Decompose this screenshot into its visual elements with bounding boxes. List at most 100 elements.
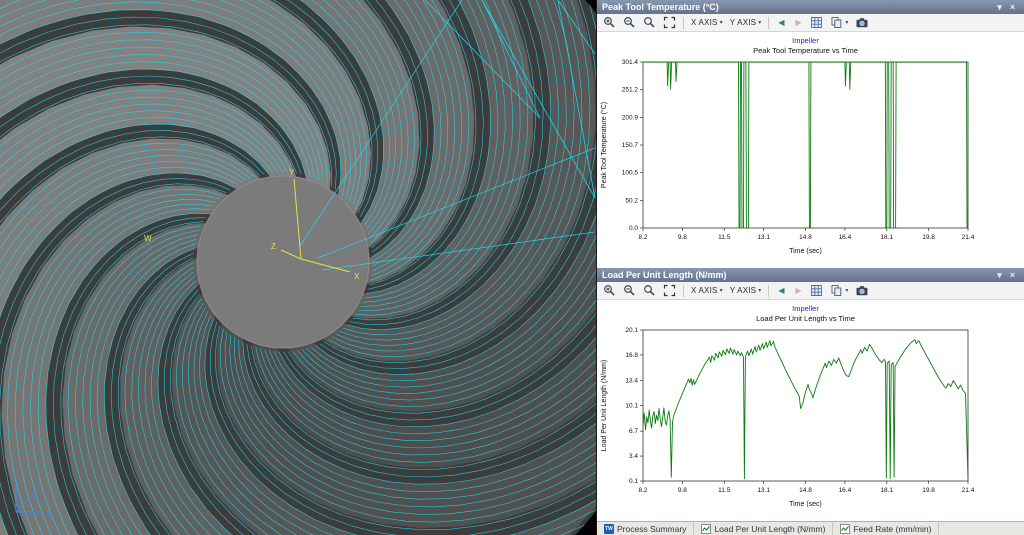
tw-logo-icon: TW (604, 523, 614, 534)
svg-text:200.9: 200.9 (622, 114, 639, 121)
copy-button[interactable]: ▾ (827, 15, 851, 30)
copy-button[interactable]: ▾ (827, 283, 851, 298)
panel-peak-tool-temperature: Peak Tool Temperature (°C) ▾ × X AXIS ▾ Y… (597, 0, 1024, 268)
svg-text:19.8: 19.8 (922, 487, 935, 494)
chevron-down-icon: ▾ (719, 288, 723, 294)
x-axis-label: X AXIS (691, 286, 718, 295)
fit-view-button[interactable] (660, 15, 679, 30)
x-axis-dropdown[interactable]: X AXIS ▾ (688, 15, 726, 30)
svg-text:13.4: 13.4 (625, 378, 638, 385)
grid-toggle-button[interactable] (807, 15, 826, 30)
svg-text:Peak Tool Temperature vs Time: Peak Tool Temperature vs Time (753, 46, 858, 55)
screenshot-button[interactable] (852, 283, 872, 298)
bottom-tab-bar: TW Process Summary Load Per Unit Length … (597, 521, 1024, 535)
svg-text:3.4: 3.4 (629, 453, 638, 460)
panel-close-icon[interactable]: × (1006, 0, 1019, 14)
panel-menu-caret-icon[interactable]: ▾ (993, 268, 1006, 282)
svg-text:150.7: 150.7 (622, 142, 639, 149)
svg-text:11.5: 11.5 (718, 487, 731, 494)
svg-text:21.4: 21.4 (962, 487, 975, 494)
svg-text:16.8: 16.8 (625, 352, 638, 359)
svg-text:50.2: 50.2 (625, 197, 638, 204)
svg-text:Time (sec): Time (sec) (789, 248, 822, 255)
svg-text:20.1: 20.1 (625, 327, 638, 334)
svg-text:Y: Y (12, 475, 17, 482)
chart-toolbar: X AXIS ▾ Y AXIS ▾ ◀ ▶ ▾ (597, 282, 1024, 300)
svg-text:Load Per Unit Length vs Time: Load Per Unit Length vs Time (756, 314, 855, 323)
chevron-down-icon: ▾ (758, 288, 762, 294)
y-axis-dropdown[interactable]: Y AXIS ▾ (727, 283, 765, 298)
prev-view-button[interactable]: ◀ (773, 15, 789, 30)
grid-toggle-button[interactable] (807, 283, 826, 298)
svg-text:13.1: 13.1 (757, 487, 770, 494)
chevron-down-icon: ▾ (719, 20, 723, 26)
chart-panels-column: Peak Tool Temperature (°C) ▾ × X AXIS ▾ Y… (596, 0, 1024, 535)
svg-text:Time (sec): Time (sec) (789, 501, 822, 508)
impeller-3d-view[interactable]: Y X Z W Y X Z (0, 0, 596, 535)
toolbar-separator (683, 16, 684, 29)
toolbar-separator (683, 284, 684, 297)
app-window: Y X Z W Y X Z Peak Tool Temperature (°C) ▾ × X… (0, 0, 1024, 535)
zoom-in-button[interactable] (600, 15, 619, 30)
svg-text:Impeller: Impeller (792, 304, 819, 313)
prev-view-button[interactable]: ◀ (773, 283, 789, 298)
chevron-down-icon: ▾ (845, 20, 849, 26)
zoom-out-button[interactable] (620, 15, 639, 30)
tab-label: Load Per Unit Length (N/mm) (714, 523, 826, 534)
svg-text:Peak Tool Temperature (°C): Peak Tool Temperature (°C) (600, 102, 608, 188)
svg-text:8.2: 8.2 (638, 234, 647, 241)
svg-text:18.1: 18.1 (880, 487, 893, 494)
panel-header[interactable]: Load Per Unit Length (N/mm) ▾ × (597, 268, 1024, 282)
tab-process-summary[interactable]: TW Process Summary (597, 522, 695, 535)
svg-text:Impeller: Impeller (792, 36, 819, 45)
svg-text:18.1: 18.1 (880, 234, 893, 241)
next-view-button[interactable]: ▶ (790, 283, 806, 298)
zoom-window-button[interactable] (640, 15, 659, 30)
load-per-unit-length-chart[interactable]: Impeller Load Per Unit Length vs Time 8.2 9… (597, 300, 1024, 521)
tab-label: Feed Rate (mm/min) (853, 523, 932, 534)
zoom-window-button[interactable] (640, 283, 659, 298)
svg-text:6.7: 6.7 (629, 428, 638, 435)
svg-text:13.1: 13.1 (757, 234, 770, 241)
svg-text:9.8: 9.8 (678, 487, 687, 494)
svg-text:0.1: 0.1 (629, 478, 638, 485)
tab-label: Process Summary (617, 523, 687, 534)
fit-view-button[interactable] (660, 283, 679, 298)
svg-text:10.1: 10.1 (625, 403, 638, 410)
svg-text:Z: Z (31, 492, 36, 499)
toolbar-separator (768, 16, 770, 29)
svg-text:8.2: 8.2 (638, 487, 647, 494)
svg-text:301.4: 301.4 (622, 59, 639, 66)
tab-load-per-unit-length[interactable]: Load Per Unit Length (N/mm) (694, 522, 834, 535)
screenshot-button[interactable] (852, 15, 872, 30)
svg-text:19.8: 19.8 (922, 234, 935, 241)
panel-title: Peak Tool Temperature (°C) (602, 2, 719, 12)
svg-text:Z: Z (271, 242, 276, 251)
svg-text:Load Per Unit Length (N/mm): Load Per Unit Length (N/mm) (601, 360, 608, 451)
next-view-button[interactable]: ▶ (790, 15, 806, 30)
chevron-down-icon: ▾ (758, 20, 762, 26)
zoom-in-button[interactable] (600, 283, 619, 298)
svg-text:21.4: 21.4 (962, 234, 975, 241)
svg-text:16.4: 16.4 (839, 234, 852, 241)
chevron-down-icon: ▾ (845, 288, 849, 294)
panel-header[interactable]: Peak Tool Temperature (°C) ▾ × (597, 0, 1024, 14)
svg-text:14.8: 14.8 (799, 234, 812, 241)
chart-icon (701, 523, 712, 534)
svg-text:251.2: 251.2 (622, 87, 639, 94)
chart-toolbar: X AXIS ▾ Y AXIS ▾ ◀ ▶ ▾ (597, 14, 1024, 32)
panel-load-per-unit-length: Load Per Unit Length (N/mm) ▾ × X AXIS ▾ … (597, 268, 1024, 521)
3d-viewport[interactable]: Y X Z W Y X Z (0, 0, 596, 535)
panel-menu-caret-icon[interactable]: ▾ (993, 0, 1006, 14)
y-axis-dropdown[interactable]: Y AXIS ▾ (727, 15, 765, 30)
zoom-out-button[interactable] (620, 283, 639, 298)
svg-text:0.0: 0.0 (629, 225, 638, 232)
x-axis-dropdown[interactable]: X AXIS ▾ (688, 283, 726, 298)
panel-close-icon[interactable]: × (1006, 268, 1019, 282)
svg-text:X: X (354, 272, 360, 281)
tab-feed-rate[interactable]: Feed Rate (mm/min) (833, 522, 940, 535)
svg-text:100.5: 100.5 (622, 170, 639, 177)
chart-icon (840, 523, 851, 534)
peak-tool-temperature-chart[interactable]: Impeller Peak Tool Temperature vs Time 8.2… (597, 32, 1024, 268)
y-axis-label: Y AXIS (729, 286, 757, 295)
